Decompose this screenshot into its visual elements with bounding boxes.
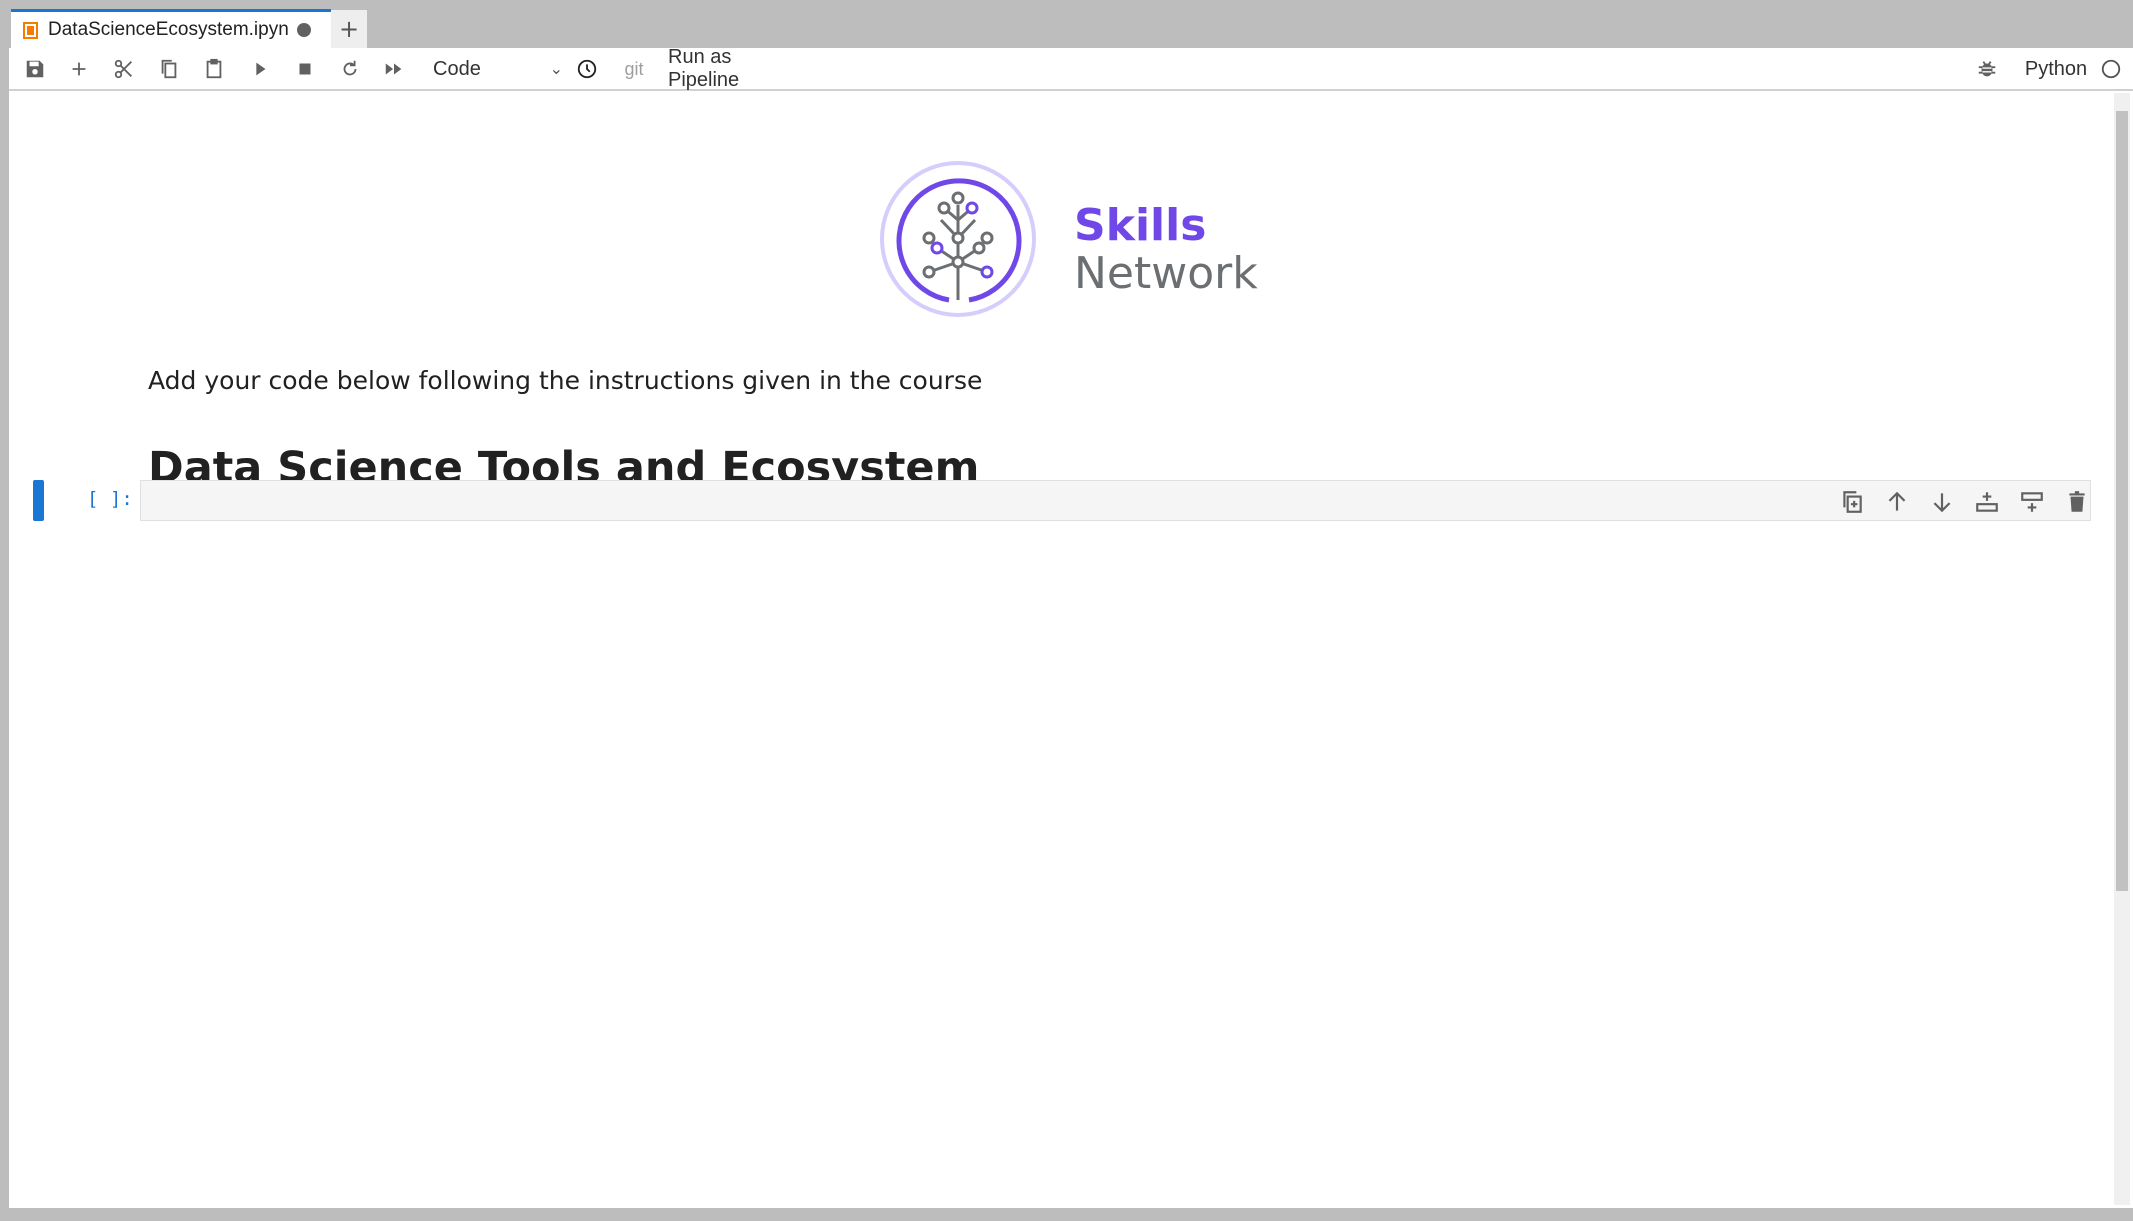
run-all-icon[interactable] (382, 56, 406, 82)
clock-icon[interactable] (574, 56, 600, 82)
debugger-bug-icon[interactable] (1975, 56, 1999, 82)
cell-prompt: [ ]: (87, 488, 133, 510)
active-cell-indicator[interactable] (33, 480, 44, 521)
move-down-icon[interactable] (1929, 489, 1955, 515)
vertical-scrollbar[interactable] (2114, 93, 2130, 1205)
scrollbar-thumb[interactable] (2116, 111, 2128, 891)
tab-notebook[interactable]: DataScienceEcosystem.ipyn (11, 9, 331, 48)
chevron-down-icon: ⌄ (549, 61, 563, 78)
notebook-toolbar: Code ⌄ git Run as Pipeline Python (9, 46, 2133, 91)
tab-bar: DataScienceEcosystem.ipyn + (0, 0, 2133, 48)
git-button[interactable]: git (619, 56, 649, 82)
new-tab-button[interactable]: + (331, 10, 367, 48)
run-as-pipeline-button[interactable]: Run as Pipeline (668, 46, 808, 91)
cell-type-select[interactable]: Code ⌄ (433, 56, 563, 82)
logo-line2: Network (1074, 248, 1258, 299)
skills-network-logo: Skills Network (879, 160, 1279, 329)
insert-above-icon[interactable] (1974, 489, 2000, 515)
cut-icon[interactable] (112, 56, 136, 82)
stop-icon[interactable] (293, 56, 317, 82)
kernel-name[interactable]: Python (2024, 56, 2088, 82)
notebook-panel: Code ⌄ git Run as Pipeline Python Skills… (9, 46, 2133, 1208)
tab-label: DataScienceEcosystem.ipyn (48, 19, 289, 40)
code-cell-input[interactable] (140, 480, 2091, 521)
insert-below-icon[interactable] (2019, 489, 2045, 515)
cell-type-value: Code (433, 57, 481, 80)
markdown-instructions: Add your code below following the instru… (148, 366, 983, 395)
paste-icon[interactable] (202, 56, 226, 82)
add-icon[interactable] (67, 56, 91, 82)
duplicate-cell-icon[interactable] (1839, 489, 1865, 515)
notebook-icon (23, 21, 38, 39)
copy-icon[interactable] (157, 56, 181, 82)
kernel-status-idle-icon (2099, 56, 2123, 82)
notebook-content: Skills Network Add your code below follo… (9, 93, 2114, 1208)
unsaved-dot-icon[interactable] (296, 23, 311, 37)
run-icon[interactable] (248, 56, 272, 82)
save-icon[interactable] (23, 56, 47, 82)
delete-cell-icon[interactable] (2064, 489, 2090, 515)
restart-icon[interactable] (338, 56, 362, 82)
logo-line1: Skills (1074, 200, 1206, 251)
move-up-icon[interactable] (1884, 489, 1910, 515)
